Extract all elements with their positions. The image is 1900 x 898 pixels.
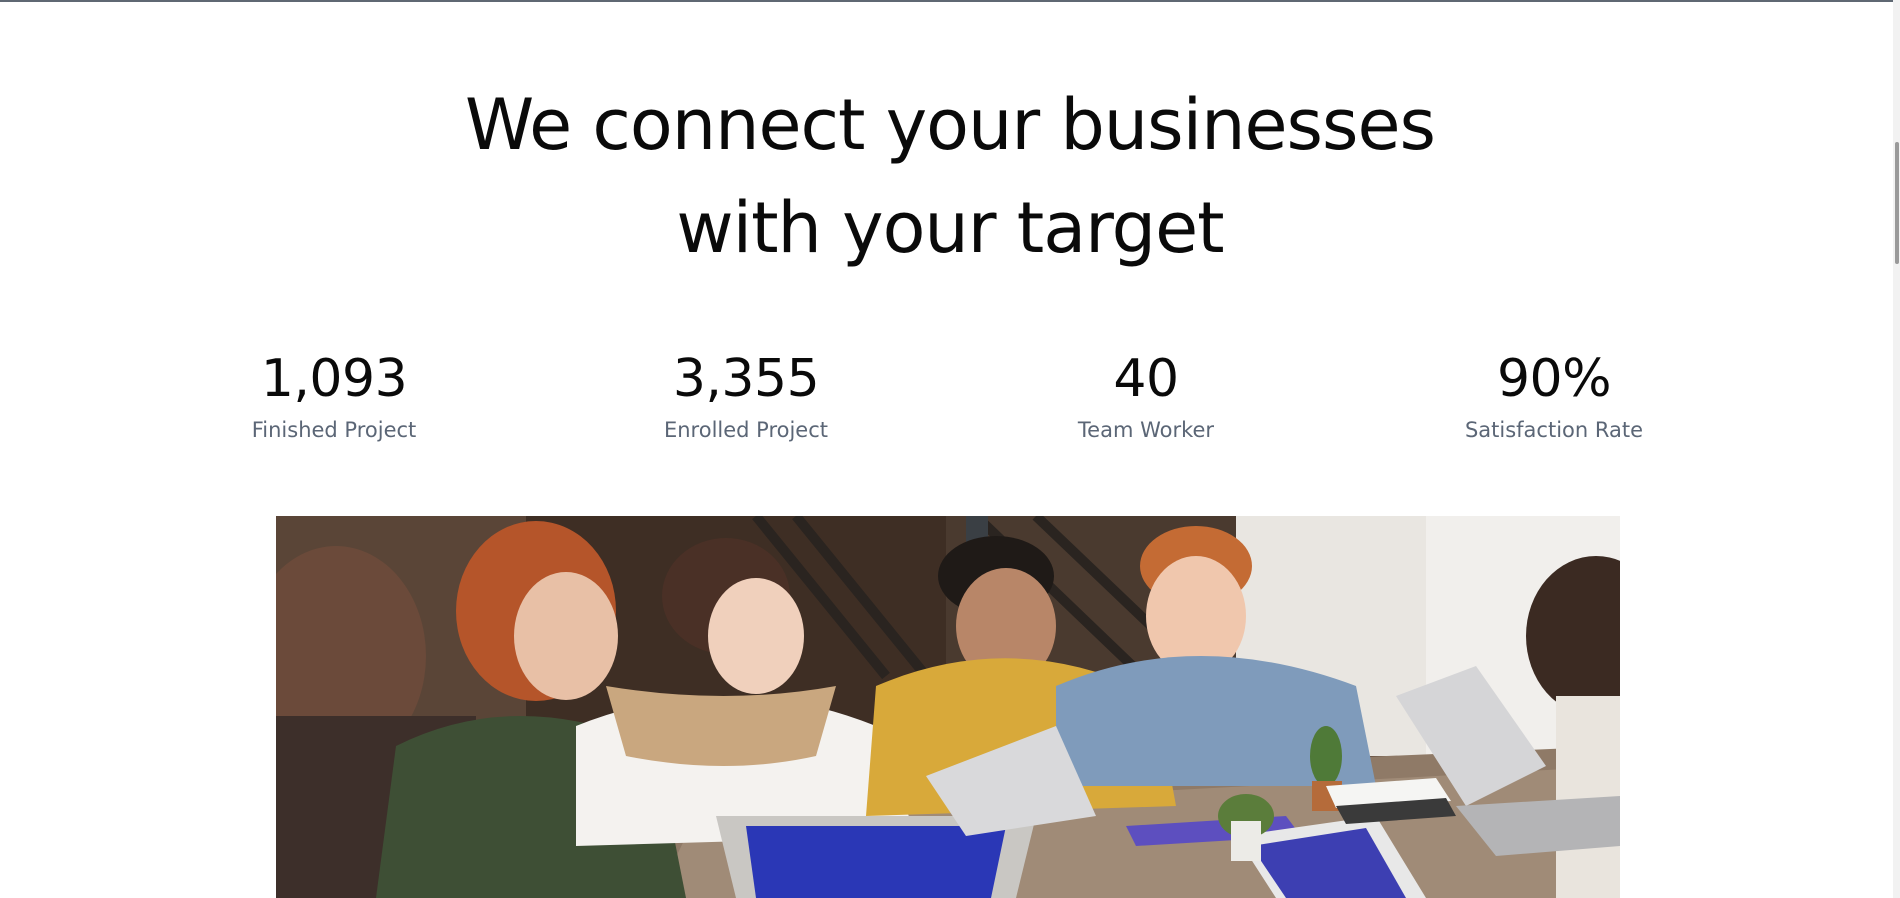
stat-label: Enrolled Project (663, 418, 829, 442)
team-meeting-illustration (276, 516, 1620, 898)
page: We connect your businesses with your tar… (0, 0, 1900, 898)
stat-value: 40 (1113, 349, 1179, 409)
stat-enrolled-project: 3,355 Enrolled Project (616, 344, 876, 444)
scrollbar-thumb[interactable] (1895, 142, 1899, 264)
section-headline: We connect your businesses with your tar… (0, 74, 1900, 280)
stat-value: 90% (1496, 349, 1612, 409)
stat-label: Team Worker (1077, 418, 1215, 442)
stat-value: 1,093 (260, 349, 408, 409)
vertical-scrollbar[interactable] (1893, 0, 1900, 898)
stat-satisfaction-rate: 90% Satisfaction Rate (1424, 344, 1684, 444)
stats-row: 1,093 Finished Project 3,355 Enrolled Pr… (0, 344, 1900, 454)
team-meeting-photo (276, 516, 1620, 898)
stat-value: 3,355 (672, 349, 820, 409)
headline-line-2: with your target (676, 187, 1224, 269)
headline-line-1: We connect your businesses (465, 84, 1436, 166)
stat-team-worker: 40 Team Worker (1016, 344, 1276, 444)
stat-label: Satisfaction Rate (1464, 418, 1644, 442)
stat-label: Finished Project (251, 418, 417, 442)
stat-finished-project: 1,093 Finished Project (204, 344, 464, 444)
